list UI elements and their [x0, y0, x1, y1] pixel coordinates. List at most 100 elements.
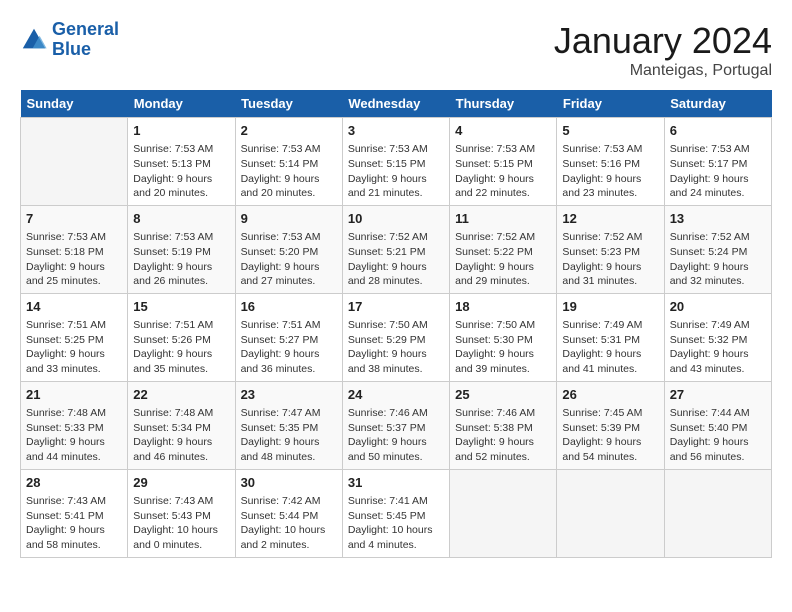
calendar-week-4: 21Sunrise: 7:48 AM Sunset: 5:33 PM Dayli…: [21, 381, 772, 469]
day-info: Sunrise: 7:50 AM Sunset: 5:29 PM Dayligh…: [348, 318, 444, 377]
day-number: 10: [348, 210, 444, 228]
day-info: Sunrise: 7:52 AM Sunset: 5:23 PM Dayligh…: [562, 230, 658, 289]
day-info: Sunrise: 7:44 AM Sunset: 5:40 PM Dayligh…: [670, 406, 766, 465]
day-info: Sunrise: 7:48 AM Sunset: 5:34 PM Dayligh…: [133, 406, 229, 465]
calendar-cell: 15 Sunrise: 7:51 AM Sunset: 5:26 PM Dayli…: [128, 293, 235, 381]
calendar-cell: 17 Sunrise: 7:50 AM Sunset: 5:29 PM Dayli…: [342, 293, 449, 381]
day-info: Sunrise: 7:43 AM Sunset: 5:43 PM Dayligh…: [133, 494, 229, 553]
day-info: Sunrise: 7:53 AM Sunset: 5:15 PM Dayligh…: [348, 142, 444, 201]
calendar-cell: 7Sunrise: 7:53 AM Sunset: 5:18 PM Daylig…: [21, 205, 128, 293]
calendar-cell: 3Sunrise: 7:53 AM Sunset: 5:15 PM Daylig…: [342, 118, 449, 206]
day-info: Sunrise: 7:53 AM Sunset: 5:19 PM Dayligh…: [133, 230, 229, 289]
calendar-cell: [21, 118, 128, 206]
day-number: 8: [133, 210, 229, 228]
day-info: Sunrise: 7:51 AM Sunset: 5:26 PM Dayligh…: [133, 318, 229, 377]
calendar-cell: 10 Sunrise: 7:52 AM Sunset: 5:21 PM Dayli…: [342, 205, 449, 293]
calendar-cell: [557, 469, 664, 557]
calendar-cell: 5Sunrise: 7:53 AM Sunset: 5:16 PM Daylig…: [557, 118, 664, 206]
calendar-cell: 16 Sunrise: 7:51 AM Sunset: 5:27 PM Dayli…: [235, 293, 342, 381]
day-info: Sunrise: 7:53 AM Sunset: 5:14 PM Dayligh…: [241, 142, 337, 201]
weekday-header-monday: Monday: [128, 90, 235, 118]
day-info: Sunrise: 7:49 AM Sunset: 5:31 PM Dayligh…: [562, 318, 658, 377]
weekday-header-row: SundayMondayTuesdayWednesdayThursdayFrid…: [21, 90, 772, 118]
day-info: Sunrise: 7:51 AM Sunset: 5:27 PM Dayligh…: [241, 318, 337, 377]
calendar-cell: 1 Sunrise: 7:53 AM Sunset: 5:13 PM Daylig…: [128, 118, 235, 206]
calendar-cell: 13 Sunrise: 7:52 AM Sunset: 5:24 PM Dayli…: [664, 205, 771, 293]
day-info: Sunrise: 7:53 AM Sunset: 5:16 PM Dayligh…: [562, 142, 658, 201]
title-block: January 2024 Manteigas, Portugal: [554, 20, 772, 80]
logo-icon: [20, 26, 48, 54]
day-info: Sunrise: 7:52 AM Sunset: 5:21 PM Dayligh…: [348, 230, 444, 289]
day-info: Sunrise: 7:51 AM Sunset: 5:25 PM Dayligh…: [26, 318, 122, 377]
calendar-cell: 21Sunrise: 7:48 AM Sunset: 5:33 PM Dayli…: [21, 381, 128, 469]
day-number: 6: [670, 122, 766, 140]
day-number: 15: [133, 298, 229, 316]
day-number: 24: [348, 386, 444, 404]
day-number: 2: [241, 122, 337, 140]
day-info: Sunrise: 7:53 AM Sunset: 5:13 PM Dayligh…: [133, 142, 229, 201]
calendar-cell: [664, 469, 771, 557]
calendar-cell: 4 Sunrise: 7:53 AM Sunset: 5:15 PM Daylig…: [450, 118, 557, 206]
day-number: 4: [455, 122, 551, 140]
day-info: Sunrise: 7:53 AM Sunset: 5:15 PM Dayligh…: [455, 142, 551, 201]
weekday-header-friday: Friday: [557, 90, 664, 118]
day-info: Sunrise: 7:41 AM Sunset: 5:45 PM Dayligh…: [348, 494, 444, 553]
calendar-cell: 31Sunrise: 7:41 AM Sunset: 5:45 PM Dayli…: [342, 469, 449, 557]
day-number: 1: [133, 122, 229, 140]
weekday-header-saturday: Saturday: [664, 90, 771, 118]
calendar-cell: 14Sunrise: 7:51 AM Sunset: 5:25 PM Dayli…: [21, 293, 128, 381]
calendar-cell: 24 Sunrise: 7:46 AM Sunset: 5:37 PM Dayli…: [342, 381, 449, 469]
day-number: 18: [455, 298, 551, 316]
calendar-cell: 11 Sunrise: 7:52 AM Sunset: 5:22 PM Dayli…: [450, 205, 557, 293]
day-number: 20: [670, 298, 766, 316]
day-info: Sunrise: 7:46 AM Sunset: 5:37 PM Dayligh…: [348, 406, 444, 465]
weekday-header-tuesday: Tuesday: [235, 90, 342, 118]
calendar-cell: 18 Sunrise: 7:50 AM Sunset: 5:30 PM Dayli…: [450, 293, 557, 381]
weekday-header-thursday: Thursday: [450, 90, 557, 118]
day-info: Sunrise: 7:43 AM Sunset: 5:41 PM Dayligh…: [26, 494, 122, 553]
day-number: 30: [241, 474, 337, 492]
calendar-week-5: 28 Sunrise: 7:43 AM Sunset: 5:41 PM Dayli…: [21, 469, 772, 557]
calendar-cell: 20 Sunrise: 7:49 AM Sunset: 5:32 PM Dayli…: [664, 293, 771, 381]
calendar-week-2: 7Sunrise: 7:53 AM Sunset: 5:18 PM Daylig…: [21, 205, 772, 293]
day-info: Sunrise: 7:50 AM Sunset: 5:30 PM Dayligh…: [455, 318, 551, 377]
calendar-cell: 27 Sunrise: 7:44 AM Sunset: 5:40 PM Dayli…: [664, 381, 771, 469]
day-info: Sunrise: 7:52 AM Sunset: 5:22 PM Dayligh…: [455, 230, 551, 289]
calendar-cell: 23 Sunrise: 7:47 AM Sunset: 5:35 PM Dayli…: [235, 381, 342, 469]
logo-line2: Blue: [52, 39, 91, 59]
day-number: 27: [670, 386, 766, 404]
day-number: 19: [562, 298, 658, 316]
day-number: 17: [348, 298, 444, 316]
day-number: 28: [26, 474, 122, 492]
day-info: Sunrise: 7:53 AM Sunset: 5:17 PM Dayligh…: [670, 142, 766, 201]
month-title: January 2024: [554, 20, 772, 62]
day-number: 25: [455, 386, 551, 404]
logo-text: General Blue: [52, 20, 119, 60]
day-number: 13: [670, 210, 766, 228]
day-info: Sunrise: 7:45 AM Sunset: 5:39 PM Dayligh…: [562, 406, 658, 465]
page-header: General Blue January 2024 Manteigas, Por…: [20, 20, 772, 80]
day-number: 22: [133, 386, 229, 404]
logo-line1: General: [52, 19, 119, 39]
calendar-cell: 12 Sunrise: 7:52 AM Sunset: 5:23 PM Dayli…: [557, 205, 664, 293]
calendar-cell: 29Sunrise: 7:43 AM Sunset: 5:43 PM Dayli…: [128, 469, 235, 557]
day-info: Sunrise: 7:49 AM Sunset: 5:32 PM Dayligh…: [670, 318, 766, 377]
calendar-cell: 25 Sunrise: 7:46 AM Sunset: 5:38 PM Dayli…: [450, 381, 557, 469]
day-number: 23: [241, 386, 337, 404]
day-info: Sunrise: 7:52 AM Sunset: 5:24 PM Dayligh…: [670, 230, 766, 289]
day-info: Sunrise: 7:47 AM Sunset: 5:35 PM Dayligh…: [241, 406, 337, 465]
calendar-cell: 30Sunrise: 7:42 AM Sunset: 5:44 PM Dayli…: [235, 469, 342, 557]
day-info: Sunrise: 7:48 AM Sunset: 5:33 PM Dayligh…: [26, 406, 122, 465]
day-info: Sunrise: 7:46 AM Sunset: 5:38 PM Dayligh…: [455, 406, 551, 465]
calendar-cell: 8 Sunrise: 7:53 AM Sunset: 5:19 PM Daylig…: [128, 205, 235, 293]
calendar-week-1: 1 Sunrise: 7:53 AM Sunset: 5:13 PM Daylig…: [21, 118, 772, 206]
day-number: 16: [241, 298, 337, 316]
calendar-cell: 22 Sunrise: 7:48 AM Sunset: 5:34 PM Dayli…: [128, 381, 235, 469]
day-number: 26: [562, 386, 658, 404]
calendar-week-3: 14Sunrise: 7:51 AM Sunset: 5:25 PM Dayli…: [21, 293, 772, 381]
calendar-cell: 6 Sunrise: 7:53 AM Sunset: 5:17 PM Daylig…: [664, 118, 771, 206]
day-number: 12: [562, 210, 658, 228]
calendar-cell: 19 Sunrise: 7:49 AM Sunset: 5:31 PM Dayli…: [557, 293, 664, 381]
day-number: 11: [455, 210, 551, 228]
day-info: Sunrise: 7:53 AM Sunset: 5:20 PM Dayligh…: [241, 230, 337, 289]
